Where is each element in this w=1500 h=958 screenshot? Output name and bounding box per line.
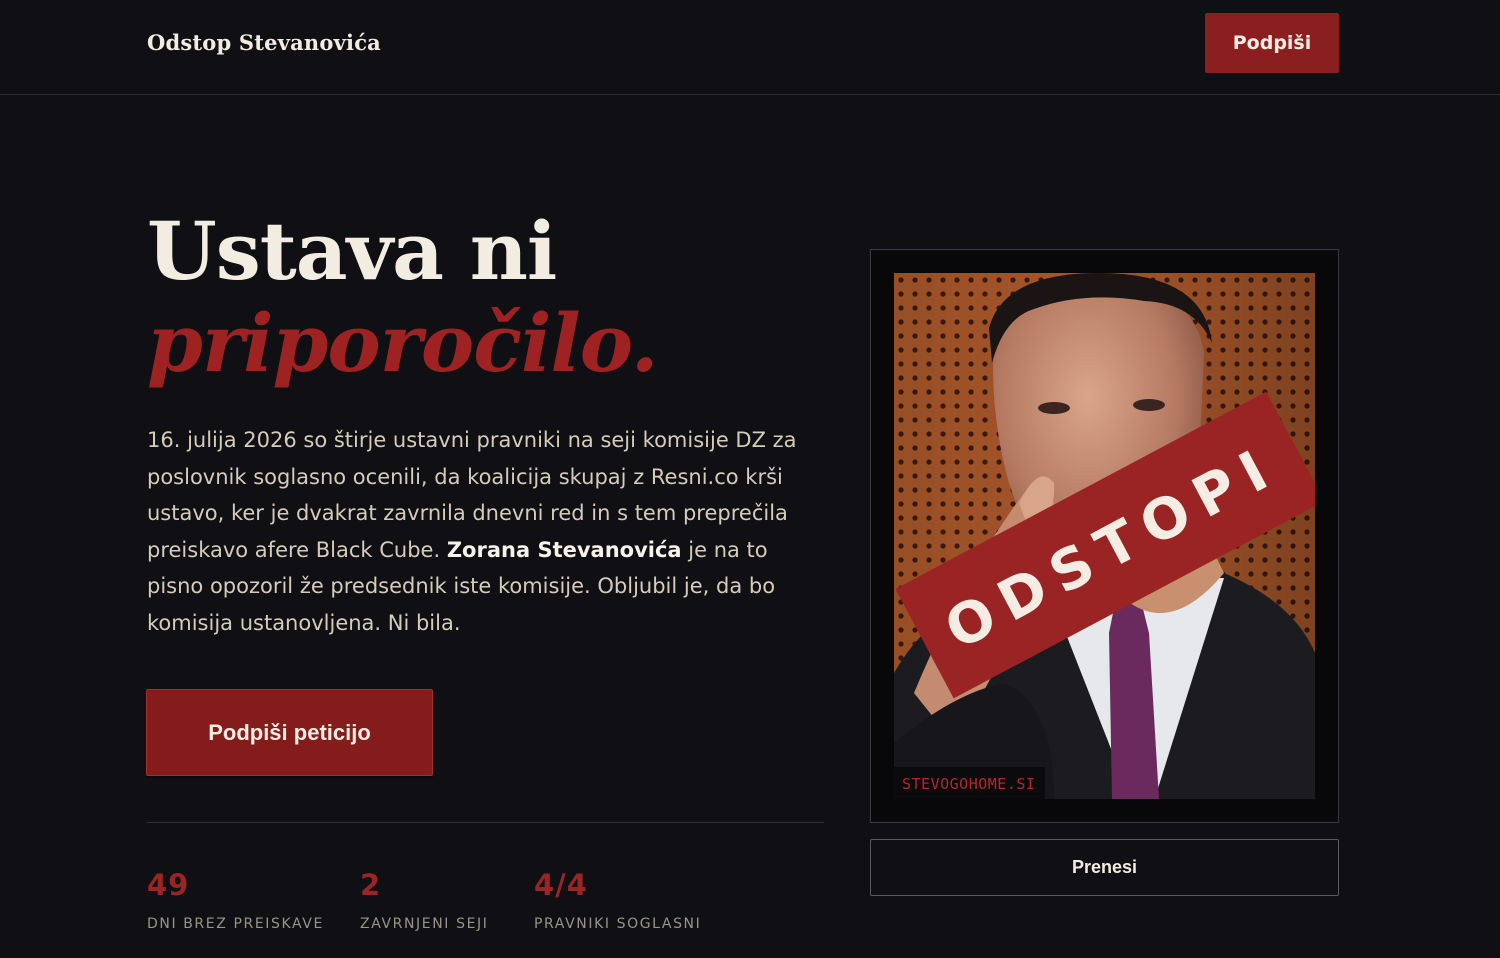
stat-value: 2 [360,868,382,902]
poster-photo: ODSTOPI STEVOGOHOME.SI [894,273,1315,799]
stat-label: ZAVRNJENI SEJI [360,916,489,932]
stat-value: 4/4 [534,868,588,902]
stat-days: 49 DNI BREZ PREISKAVE [147,868,324,932]
headline-line-2: priporočilo. [147,296,659,390]
odstopi-stamp: ODSTOPI [895,391,1315,699]
sign-petition-button[interactable]: Podpiši peticijo [146,689,433,776]
stat-sessions: 2 ZAVRNJENI SEJI [360,868,488,932]
hero-intro-paragraph: 16. julija 2026 so štirje ustavni pravni… [147,422,827,642]
hero-headline: Ustava ni priporočilo. [147,204,659,390]
intro-highlight-name: Zorana Stevanovića [446,537,682,562]
stat-lawyers: 4/4 PRAVNIKI SOGLASNI [534,868,701,932]
stats-divider [147,822,824,823]
poster-watermark: STEVOGOHOME.SI [894,767,1046,799]
poster-frame: ODSTOPI STEVOGOHOME.SI [870,249,1339,823]
headline-line-1: Ustava ni [147,204,557,298]
sign-button[interactable]: Podpiši [1205,13,1339,73]
stat-label: PRAVNIKI SOGLASNI [534,916,702,932]
stat-value: 49 [147,868,190,902]
stat-label: DNI BREZ PREISKAVE [147,916,324,932]
site-brand[interactable]: Odstop Stevanovića [147,30,381,55]
top-bar: Odstop Stevanovića Podpiši [0,0,1500,95]
download-button[interactable]: Prenesi [870,839,1339,896]
